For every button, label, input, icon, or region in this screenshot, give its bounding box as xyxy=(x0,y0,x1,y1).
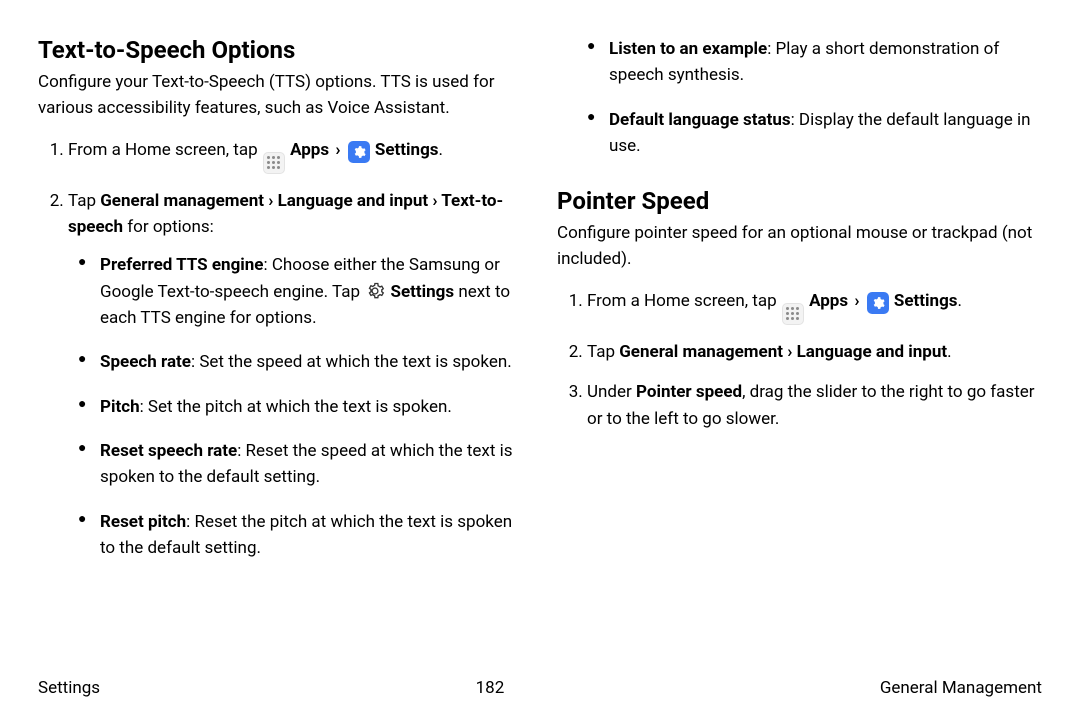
pointer-step-3: Under Pointer speed, drag the slider to … xyxy=(587,379,1042,432)
tts-step-2: Tap General management › Language and in… xyxy=(68,188,523,562)
gear-icon xyxy=(365,281,385,301)
page-number: 182 xyxy=(476,678,505,698)
apps-icon xyxy=(263,152,285,174)
option-text: : Set the speed at which the text is spo… xyxy=(191,352,512,372)
list-item: Speech rate: Set the speed at which the … xyxy=(100,349,523,375)
pointer-intro: Configure pointer speed for an optional … xyxy=(557,221,1042,272)
list-item: Pitch: Set the pitch at which the text i… xyxy=(100,394,523,420)
tts-options: Preferred TTS engine: Choose either the … xyxy=(68,252,523,561)
step-text: Under xyxy=(587,382,636,402)
settings-icon xyxy=(348,141,370,163)
step-text: From a Home screen, tap xyxy=(68,140,262,160)
settings-label: Settings xyxy=(390,282,454,302)
settings-label: Settings xyxy=(894,291,958,311)
apps-label: Apps xyxy=(290,140,329,160)
nav-path: General management › Language and input xyxy=(619,342,947,362)
list-item: Listen to an example: Play a short demon… xyxy=(609,36,1042,89)
list-item: Preferred TTS engine: Choose either the … xyxy=(100,252,523,331)
tts-step-1: From a Home screen, tap Apps › Settings. xyxy=(68,137,523,174)
step-text: for options: xyxy=(123,217,214,237)
punct: . xyxy=(958,291,962,311)
step-text: Tap xyxy=(587,342,619,362)
tts-options-cont: Listen to an example: Play a short demon… xyxy=(557,36,1042,159)
punct: . xyxy=(947,342,951,362)
list-item: Reset pitch: Reset the pitch at which th… xyxy=(100,509,523,562)
right-column: Listen to an example: Play a short demon… xyxy=(557,36,1042,656)
option-label: Pointer speed xyxy=(636,382,742,402)
tts-intro: Configure your Text-to-Speech (TTS) opti… xyxy=(38,70,523,121)
tts-steps: From a Home screen, tap Apps › Settings.… xyxy=(38,137,523,561)
apps-label: Apps xyxy=(809,291,848,311)
apps-icon xyxy=(782,303,804,325)
list-item: Default language status: Display the def… xyxy=(609,107,1042,160)
left-column: Text-to-Speech Options Configure your Te… xyxy=(38,36,523,656)
option-label: Reset pitch xyxy=(100,512,186,532)
tts-heading: Text-to-Speech Options xyxy=(38,36,523,64)
breadcrumb-sep: › xyxy=(335,140,340,160)
option-text: : Set the pitch at which the text is spo… xyxy=(140,397,452,417)
settings-label: Settings xyxy=(375,140,439,160)
pointer-step-1: From a Home screen, tap Apps › Settings. xyxy=(587,288,1042,325)
option-label: Pitch xyxy=(100,397,140,417)
footer-right: General Management xyxy=(880,678,1042,698)
option-label: Reset speech rate xyxy=(100,441,237,461)
option-label: Listen to an example xyxy=(609,39,767,59)
list-item: Reset speech rate: Reset the speed at wh… xyxy=(100,438,523,491)
option-label: Default language status xyxy=(609,110,791,130)
footer-left: Settings xyxy=(38,678,100,698)
breadcrumb-sep: › xyxy=(854,291,859,311)
settings-icon xyxy=(867,292,889,314)
page-footer: Settings 182 General Management xyxy=(38,678,1042,698)
pointer-heading: Pointer Speed xyxy=(557,187,1042,215)
step-text: Tap xyxy=(68,191,100,211)
punct: . xyxy=(439,140,443,160)
pointer-steps: From a Home screen, tap Apps › Settings.… xyxy=(557,288,1042,432)
option-label: Preferred TTS engine xyxy=(100,255,264,275)
step-text: From a Home screen, tap xyxy=(587,291,781,311)
option-label: Speech rate xyxy=(100,352,191,372)
pointer-step-2: Tap General management › Language and in… xyxy=(587,339,1042,365)
